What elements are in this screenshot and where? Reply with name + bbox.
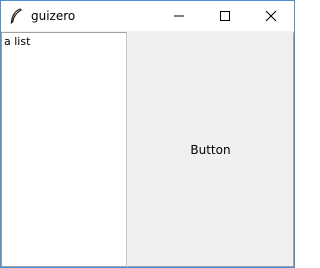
window-title: guizero: [31, 9, 76, 23]
listbox[interactable]: a list: [1, 32, 127, 267]
minimize-button[interactable]: [156, 1, 202, 31]
close-icon: [265, 7, 277, 26]
window-content: a list Button: [1, 32, 294, 267]
title-bar[interactable]: guizero: [1, 1, 294, 31]
app-window: guizero a list Button: [0, 0, 295, 268]
button-label: Button: [190, 142, 231, 157]
close-button[interactable]: [248, 1, 294, 31]
minimize-icon: [173, 7, 185, 26]
feather-icon: [9, 8, 23, 24]
maximize-button[interactable]: [202, 1, 248, 31]
push-button[interactable]: Button: [127, 32, 294, 267]
maximize-icon: [219, 7, 231, 26]
list-item[interactable]: a list: [4, 35, 30, 48]
